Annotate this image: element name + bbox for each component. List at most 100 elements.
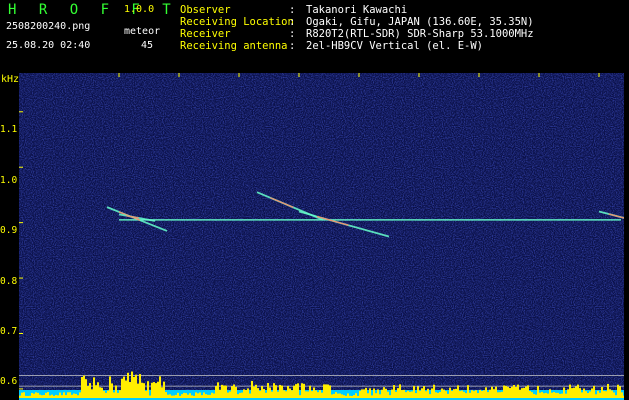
power-bar [73, 393, 75, 398]
power-bar [197, 393, 199, 398]
power-bar [231, 386, 233, 398]
y-axis-unit: kHz [1, 74, 20, 85]
power-bar [413, 385, 415, 398]
power-bar [373, 388, 375, 398]
power-bar [121, 378, 123, 398]
power-bar [215, 386, 217, 398]
power-bar [181, 394, 183, 398]
power-bar [501, 391, 503, 398]
power-bar [491, 386, 493, 398]
power-bar [155, 383, 157, 398]
power-bar [387, 391, 389, 398]
power-bar [393, 385, 395, 398]
observer-label: Observer [180, 4, 231, 16]
power-bar [315, 390, 317, 398]
power-bar [363, 389, 365, 398]
power-bar [227, 392, 229, 398]
power-bar [371, 395, 373, 398]
power-bar [71, 394, 73, 398]
power-bar [257, 388, 259, 398]
meteor-count: 45 [141, 40, 154, 51]
power-bar [93, 377, 95, 398]
power-bar [569, 384, 571, 398]
power-bar [509, 388, 511, 398]
power-bar [469, 392, 471, 398]
power-bar [339, 393, 341, 398]
power-bar [407, 390, 409, 398]
power-bar [369, 388, 371, 398]
power-bar [397, 388, 399, 398]
power-bar [27, 395, 29, 398]
power-bar [301, 383, 303, 398]
power-bar [359, 390, 361, 398]
power-bar [429, 394, 431, 398]
power-bar [479, 389, 481, 398]
power-bar [535, 394, 537, 398]
y-tick-label: 0.7 [0, 326, 18, 337]
power-bar [325, 384, 327, 398]
power-bar [573, 387, 575, 398]
power-bar [419, 390, 421, 398]
power-bar [473, 391, 475, 398]
power-bar [607, 383, 609, 398]
power-bar [213, 393, 215, 398]
power-bar [449, 387, 451, 398]
power-bar [547, 393, 549, 398]
y-tick-label: 0.9 [0, 225, 18, 236]
power-bar [377, 389, 379, 398]
power-bar [549, 389, 551, 398]
location-value: Ogaki, Gifu, JAPAN (136.60E, 35.35N) [306, 16, 534, 28]
power-bar [175, 394, 177, 398]
power-bar [335, 392, 337, 398]
power-bar [123, 376, 125, 398]
power-bar [615, 395, 617, 398]
power-bar [523, 387, 525, 398]
power-bar [383, 387, 385, 398]
power-bar [453, 389, 455, 398]
power-bar [95, 385, 97, 398]
power-bar [157, 381, 159, 398]
power-bar [59, 392, 61, 398]
power-bar [499, 392, 501, 398]
power-bar [67, 392, 69, 398]
power-bar [245, 389, 247, 398]
power-bar [389, 395, 391, 398]
power-bar [385, 388, 387, 398]
power-bar [131, 371, 133, 398]
power-bar [555, 392, 557, 398]
y-tick-label: 0.6 [0, 376, 18, 387]
power-bar [367, 393, 369, 398]
power-bar [199, 392, 201, 398]
power-bar [183, 392, 185, 398]
power-bar [441, 388, 443, 398]
power-bar [313, 387, 315, 398]
power-bar [593, 385, 595, 398]
power-bar [193, 395, 195, 398]
power-bar [129, 382, 131, 398]
power-bar [269, 387, 271, 398]
power-bar [283, 390, 285, 398]
power-bar [457, 385, 459, 398]
power-bar [577, 384, 579, 398]
power-bar [209, 394, 211, 398]
power-bar [261, 386, 263, 398]
power-bar [379, 394, 381, 398]
power-bar [423, 386, 425, 398]
power-bar [151, 382, 153, 398]
power-bar [247, 388, 249, 398]
power-bar [25, 395, 27, 398]
power-bar [459, 391, 461, 398]
power-bar [293, 385, 295, 398]
power-bar [61, 395, 63, 398]
power-bar [515, 386, 517, 398]
power-bar [279, 385, 281, 398]
power-bar [237, 394, 239, 398]
power-bar [99, 387, 101, 398]
power-bar [321, 392, 323, 398]
receiver-label: Receiver [180, 28, 231, 40]
power-bar [543, 393, 545, 398]
power-bar [273, 383, 275, 398]
power-bar [149, 395, 151, 398]
power-bar [49, 395, 51, 398]
power-bar [343, 395, 345, 398]
